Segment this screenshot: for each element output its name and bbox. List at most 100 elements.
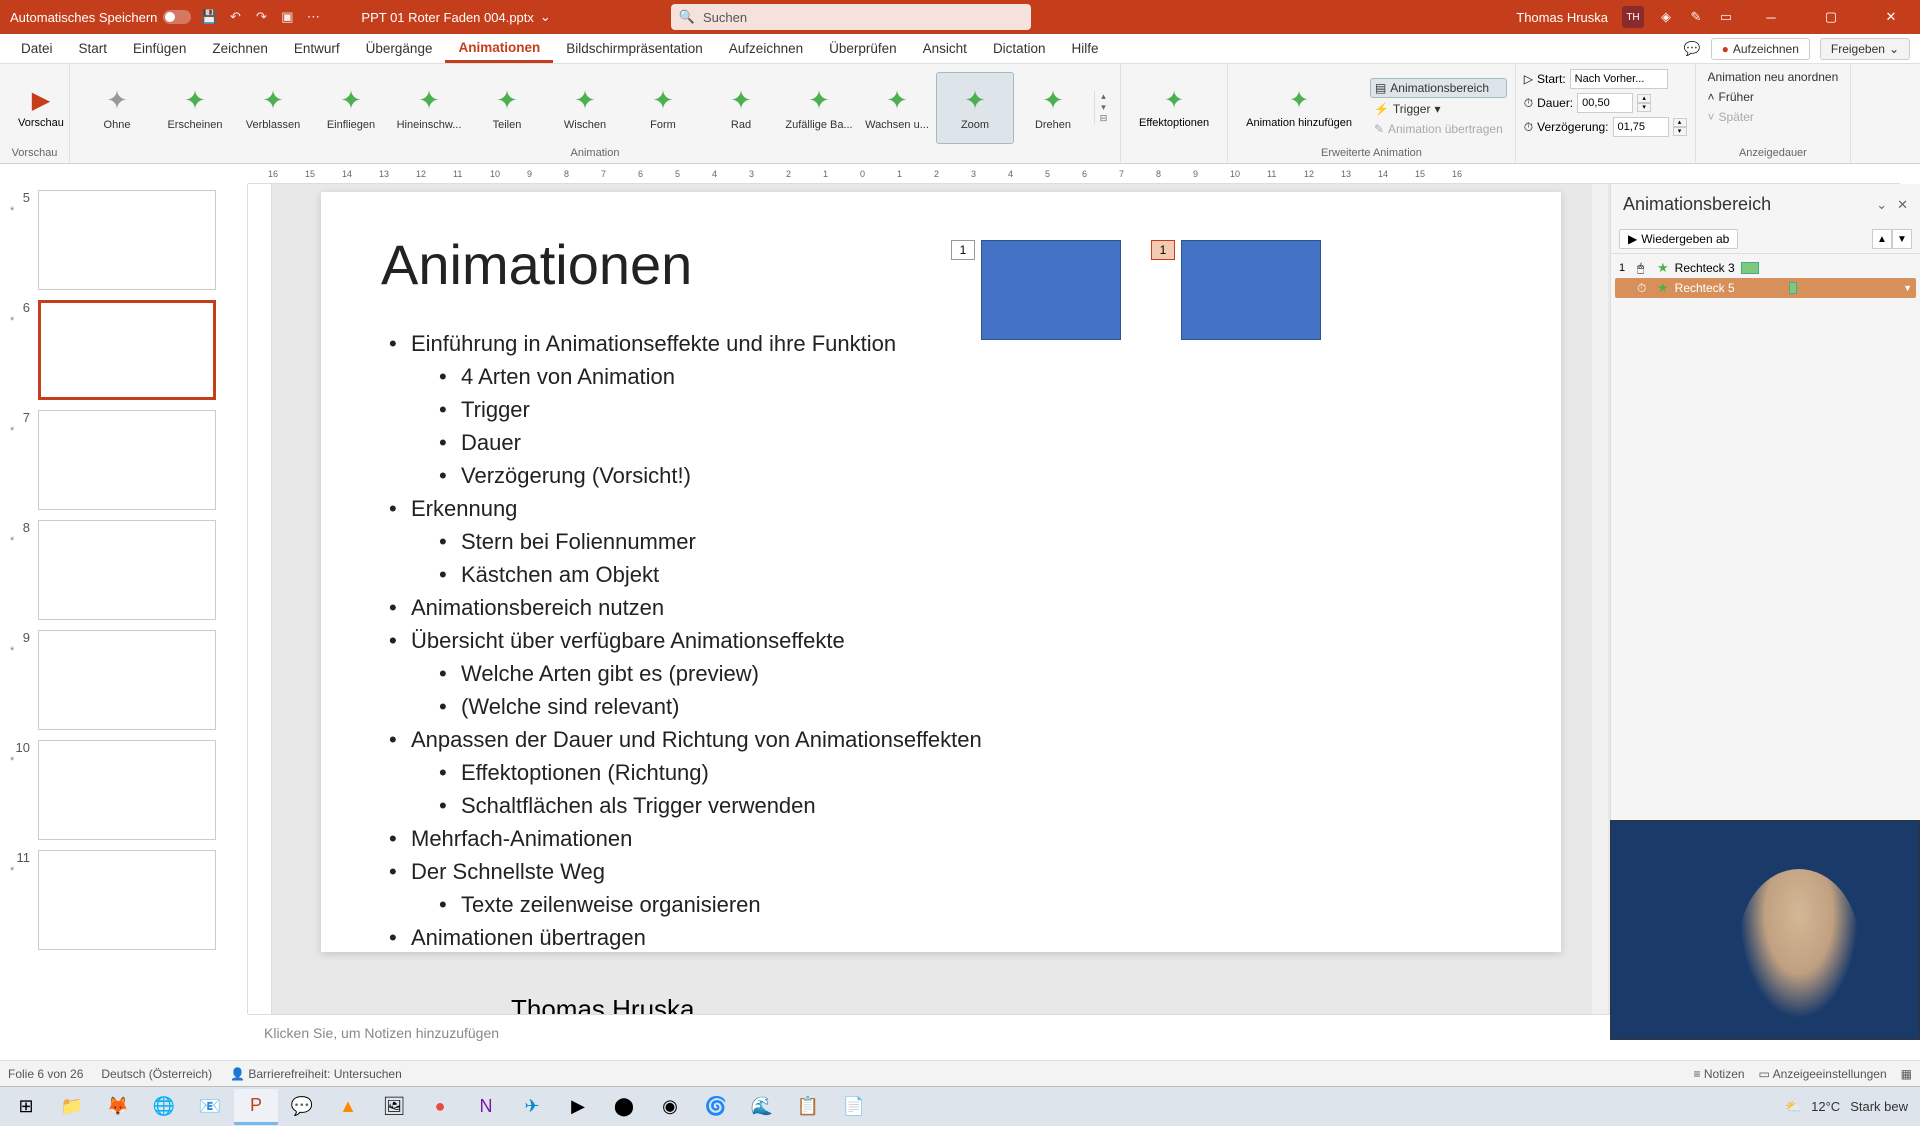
bullet[interactable]: Übersicht über verfügbare Animationseffe…	[381, 624, 1501, 657]
display-settings[interactable]: ▭ Anzeigeeinstellungen	[1759, 1067, 1887, 1081]
animation-zoom[interactable]: ✦Zoom	[936, 72, 1014, 144]
animation-wachsen-u-[interactable]: ✦Wachsen u...	[858, 72, 936, 144]
save-icon[interactable]: 💾	[201, 9, 217, 25]
rectangle-3[interactable]	[981, 240, 1121, 340]
animation-tag-2[interactable]: 1	[1151, 240, 1175, 260]
move-up-button[interactable]: ▲	[1872, 229, 1892, 249]
maximize-button[interactable]: ▢	[1808, 0, 1854, 34]
animation-teilen[interactable]: ✦Teilen	[468, 72, 546, 144]
chrome-icon[interactable]: 🌐	[142, 1089, 186, 1125]
rectangle-5[interactable]	[1181, 240, 1321, 340]
tab-entwurf[interactable]: Entwurf	[281, 34, 353, 63]
diamond-icon[interactable]: ◈	[1658, 9, 1674, 25]
slide-thumb-5[interactable]	[38, 190, 216, 290]
user-name[interactable]: Thomas Hruska	[1516, 10, 1608, 25]
spinner[interactable]: ▴▾	[1673, 118, 1687, 136]
tab-aufzeichnen[interactable]: Aufzeichnen	[716, 34, 816, 63]
gallery-expand[interactable]: ▴▾⊟	[1094, 91, 1112, 124]
app-icon[interactable]: 📋	[786, 1089, 830, 1125]
close-icon[interactable]: ✕	[1897, 197, 1908, 213]
bullet[interactable]: Anpassen der Dauer und Richtung von Anim…	[381, 723, 1501, 756]
slide[interactable]: Animationen Einführung in Animationseffe…	[321, 192, 1561, 952]
slide-thumb-7[interactable]	[38, 410, 216, 510]
bullet[interactable]: Texte zeilenweise organisieren	[381, 888, 1501, 921]
anim-item[interactable]: 1🖱★Rechteck 3	[1615, 258, 1916, 278]
chevron-down-icon[interactable]: ⌄	[1876, 197, 1887, 213]
edge-icon[interactable]: 🌊	[740, 1089, 784, 1125]
brush-icon[interactable]: ✎	[1688, 9, 1704, 25]
tab-animationen[interactable]: Animationen	[445, 34, 553, 63]
language-indicator[interactable]: Deutsch (Österreich)	[101, 1067, 212, 1081]
slide-thumb-8[interactable]	[38, 520, 216, 620]
app-icon[interactable]: 🌀	[694, 1089, 738, 1125]
slide-counter[interactable]: Folie 6 von 26	[8, 1067, 83, 1081]
redo-icon[interactable]: ↷	[253, 9, 269, 25]
slide-thumb-9[interactable]	[38, 630, 216, 730]
bullet[interactable]: Stern bei Foliennummer	[381, 525, 1501, 558]
tab-übergänge[interactable]: Übergänge	[353, 34, 446, 63]
present-icon[interactable]: ▣	[279, 9, 295, 25]
animation-form[interactable]: ✦Form	[624, 72, 702, 144]
filename[interactable]: PPT 01 Roter Faden 004.pptx ⌄	[361, 9, 550, 25]
animation-list[interactable]: 1🖱★Rechteck 3⏱★Rechteck 5▼	[1611, 254, 1920, 302]
close-button[interactable]: ✕	[1868, 0, 1914, 34]
search-input[interactable]: 🔍 Suchen	[671, 4, 1031, 30]
animation-hineinschw-[interactable]: ✦Hineinschw...	[390, 72, 468, 144]
window-icon[interactable]: ▭	[1718, 9, 1734, 25]
bullet[interactable]: Schaltflächen als Trigger verwenden	[381, 789, 1501, 822]
animation-verblassen[interactable]: ✦Verblassen	[234, 72, 312, 144]
start-button[interactable]: ⊞	[4, 1089, 48, 1125]
outlook-icon[interactable]: 📧	[188, 1089, 232, 1125]
duration-input[interactable]	[1577, 93, 1633, 113]
app-icon[interactable]: ▶	[556, 1089, 600, 1125]
animation-wischen[interactable]: ✦Wischen	[546, 72, 624, 144]
slide-thumbnails[interactable]: 5*6*7*8*9*10*11*	[0, 184, 248, 1014]
app-icon[interactable]: ●	[418, 1089, 462, 1125]
record-button[interactable]: ●Aufzeichnen	[1711, 38, 1810, 60]
obs-icon[interactable]: ⬤	[602, 1089, 646, 1125]
slide-thumb-6[interactable]	[38, 300, 216, 400]
slide-thumb-10[interactable]	[38, 740, 216, 840]
app-icon[interactable]: 🖼	[372, 1089, 416, 1125]
bullet[interactable]: Animationsbereich nutzen	[381, 591, 1501, 624]
tab-datei[interactable]: Datei	[8, 34, 66, 63]
bullet[interactable]: Erkennung	[381, 492, 1501, 525]
animation-pane-button[interactable]: ▤ Animationsbereich	[1370, 78, 1507, 98]
app-icon[interactable]: 💬	[280, 1089, 324, 1125]
onenote-icon[interactable]: N	[464, 1089, 508, 1125]
temperature[interactable]: 12°C	[1811, 1099, 1840, 1114]
app-icon[interactable]: 📄	[832, 1089, 876, 1125]
weather-icon[interactable]: ⛅	[1785, 1099, 1801, 1115]
view-normal-icon[interactable]: ▦	[1901, 1067, 1912, 1081]
animation-erscheinen[interactable]: ✦Erscheinen	[156, 72, 234, 144]
start-select[interactable]	[1570, 69, 1668, 89]
anim-item[interactable]: ⏱★Rechteck 5▼	[1615, 278, 1916, 298]
tab-ansicht[interactable]: Ansicht	[910, 34, 980, 63]
undo-icon[interactable]: ↶	[227, 9, 243, 25]
animation-drehen[interactable]: ✦Drehen	[1014, 72, 1092, 144]
bullet[interactable]: (Welche sind relevant)	[381, 690, 1501, 723]
tab-start[interactable]: Start	[66, 34, 121, 63]
toggle-switch[interactable]	[163, 10, 191, 24]
move-down-button[interactable]: ▼	[1892, 229, 1912, 249]
bullet[interactable]: Kästchen am Objekt	[381, 558, 1501, 591]
animation-rad[interactable]: ✦Rad	[702, 72, 780, 144]
slide-body[interactable]: Einführung in Animationseffekte und ihre…	[381, 327, 1501, 954]
firefox-icon[interactable]: 🦊	[96, 1089, 140, 1125]
telegram-icon[interactable]: ✈	[510, 1089, 554, 1125]
notes-toggle[interactable]: ≡ Notizen	[1694, 1067, 1745, 1081]
share-button[interactable]: Freigeben ⌄	[1820, 38, 1910, 60]
bullet[interactable]: Mehrfach-Animationen	[381, 822, 1501, 855]
trigger-button[interactable]: ⚡ Trigger ▾	[1370, 100, 1507, 118]
bullet[interactable]: Dauer	[381, 426, 1501, 459]
bullet[interactable]: Der Schnellste Weg	[381, 855, 1501, 888]
minimize-button[interactable]: ─	[1748, 0, 1794, 34]
spinner[interactable]: ▴▾	[1637, 94, 1651, 112]
slide-title[interactable]: Animationen	[381, 232, 1501, 297]
bullet[interactable]: Welche Arten gibt es (preview)	[381, 657, 1501, 690]
play-from-button[interactable]: ▶ Wiedergeben ab	[1619, 229, 1738, 249]
comments-icon[interactable]: 💬	[1684, 41, 1701, 57]
vlc-icon[interactable]: ▲	[326, 1089, 370, 1125]
slide-author[interactable]: Thomas Hruska	[381, 994, 1501, 1014]
move-later-button[interactable]: ˅ Später	[1704, 108, 1758, 126]
